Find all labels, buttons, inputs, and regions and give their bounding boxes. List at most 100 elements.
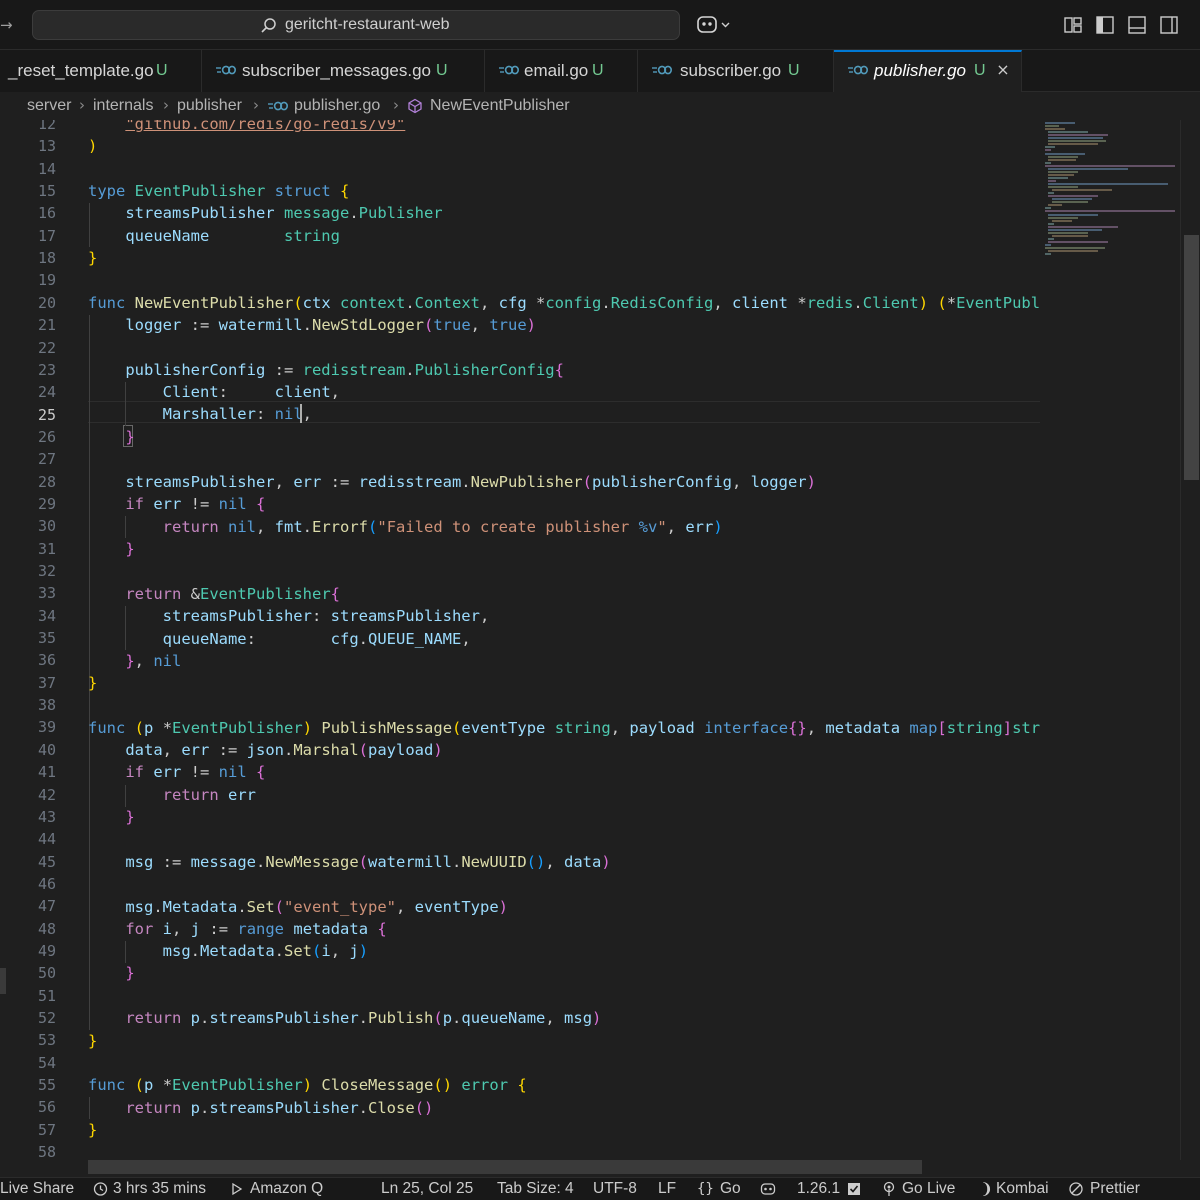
code-line: } <box>88 1121 98 1139</box>
tab-size[interactable]: Tab Size: 4 <box>497 1178 574 1200</box>
line-number: 21 <box>37 316 56 335</box>
code-line: streamsPublisher message.Publisher <box>125 204 443 222</box>
search-icon <box>261 18 276 33</box>
breadcrumb-item[interactable]: NewEventPublisher <box>430 92 570 120</box>
code-line: if err != nil { <box>125 495 266 513</box>
code-editor[interactable]: 12 13 14 15 16 17 18 19 20 21 22 23 24 25 26 27 28 29 30 31… <box>0 120 1040 1160</box>
tab-email[interactable]: email.go U <box>485 50 638 92</box>
minimap-line <box>1048 237 1054 240</box>
copilot-status-icon[interactable] <box>760 1181 776 1197</box>
warning-checkmark-icon <box>848 1183 860 1195</box>
code-line: "github.com/redis/go-redis/v9" <box>125 120 406 133</box>
toggle-panel-icon[interactable] <box>1126 14 1148 36</box>
chevron-right-icon: › <box>393 96 399 114</box>
line-number: 40 <box>37 740 56 759</box>
minimap-line <box>1048 240 1108 243</box>
sash-handle[interactable] <box>0 968 6 994</box>
breadcrumb-item[interactable]: server <box>27 92 71 120</box>
code-line: return nil, fmt.Errorf("Failed to create… <box>162 518 723 536</box>
tab-subscriber[interactable]: subscriber.go U <box>638 50 834 92</box>
chevron-right-icon: › <box>253 96 259 114</box>
minimap-line <box>1048 173 1074 176</box>
toggle-primary-sidebar-icon[interactable] <box>1094 14 1116 36</box>
tab-label: _reset_template.go <box>8 61 154 80</box>
minimap-line <box>1048 213 1098 216</box>
code-line: return err <box>162 786 256 804</box>
minimap-line <box>1048 250 1098 253</box>
untracked-badge: U <box>974 62 986 79</box>
minimap-line <box>1052 234 1088 237</box>
customize-layout-icon[interactable] <box>1062 14 1084 36</box>
close-icon[interactable]: × <box>994 61 1012 79</box>
line-number: 56 <box>37 1098 56 1117</box>
line-number: 28 <box>37 472 56 491</box>
forward-arrow-icon[interactable]: → <box>0 14 14 36</box>
kombai-button[interactable]: Kombai <box>996 1178 1049 1200</box>
code-line: } <box>125 964 135 982</box>
code-content[interactable]: "github.com/redis/go-redis/v9" ) type Ev… <box>88 120 1040 1160</box>
minimap-line <box>1048 228 1102 231</box>
code-line: return p.streamsPublisher.Close() <box>125 1099 434 1117</box>
code-line: } <box>88 249 98 267</box>
code-line: func NewEventPublisher(ctx context.Conte… <box>88 294 1040 312</box>
minimap-line <box>1045 207 1051 210</box>
toggle-secondary-sidebar-icon[interactable] <box>1158 14 1180 36</box>
tab-publisher[interactable]: publisher.go U × <box>834 50 1022 92</box>
minimap-line <box>1048 155 1078 158</box>
cursor-position[interactable]: Ln 25, Col 25 <box>381 1178 473 1200</box>
breadcrumb-item[interactable]: publisher.go <box>294 92 380 120</box>
breadcrumb-item[interactable]: publisher <box>177 92 242 120</box>
tab-label: publisher.go <box>874 61 966 80</box>
minimap-line <box>1048 195 1098 198</box>
vertical-scrollbar[interactable] <box>1180 120 1200 1160</box>
go-file-icon <box>216 65 236 75</box>
line-number: 26 <box>37 427 56 446</box>
minimap-line <box>1048 131 1088 134</box>
minimap-line <box>1048 183 1168 185</box>
minimap-line <box>1045 210 1175 213</box>
prettier-check-icon <box>1069 1182 1083 1196</box>
go-file-icon <box>499 65 519 75</box>
tab-subscriber-messages[interactable]: subscriber_messages.go U <box>202 50 485 92</box>
go-version[interactable]: 1.26.1 <box>797 1178 840 1200</box>
amazon-q-button[interactable]: Amazon Q <box>250 1178 323 1200</box>
line-number: 38 <box>37 696 56 715</box>
minimap-line <box>1045 146 1055 149</box>
time-tracker[interactable]: 3 hrs 35 mins <box>113 1178 206 1200</box>
line-number: 41 <box>37 763 56 782</box>
line-number: 14 <box>37 159 56 178</box>
line-number: 39 <box>37 718 56 737</box>
go-file-icon <box>848 65 868 75</box>
go-live-button[interactable]: Go Live <box>902 1178 955 1200</box>
breadcrumb: server › internals › publisher › publish… <box>0 92 1200 120</box>
breadcrumb-item[interactable]: internals <box>93 92 153 120</box>
line-number: 49 <box>37 941 56 960</box>
scrollbar-thumb[interactable] <box>1184 235 1199 480</box>
end-of-line[interactable]: LF <box>658 1178 676 1200</box>
line-number: 48 <box>37 919 56 938</box>
line-number: 42 <box>37 785 56 804</box>
code-line: for i, j := range metadata { <box>125 920 387 938</box>
code-line: }, nil <box>125 652 182 670</box>
minimap-line <box>1052 219 1072 222</box>
tab-reset-template[interactable]: _reset_template.go U <box>0 50 202 92</box>
code-line: } <box>125 540 135 558</box>
language-mode[interactable]: Go <box>720 1178 741 1200</box>
line-number: 37 <box>37 673 56 692</box>
line-number: 17 <box>37 226 56 245</box>
layout-controls <box>1060 14 1200 36</box>
command-center[interactable]: geritcht-restaurant-web <box>32 10 680 40</box>
tab-label: subscriber.go <box>680 61 782 80</box>
live-share-button[interactable]: Live Share <box>0 1178 74 1200</box>
editor-tabs: _reset_template.go U subscriber_messages… <box>0 50 1200 142</box>
line-number: 16 <box>37 204 56 223</box>
horizontal-scrollbar-thumb[interactable] <box>88 1160 922 1174</box>
prettier-button[interactable]: Prettier <box>1090 1178 1140 1200</box>
minimap[interactable] <box>1040 120 1180 1160</box>
file-encoding[interactable]: UTF-8 <box>593 1178 637 1200</box>
code-line: } <box>88 674 98 692</box>
line-number: 25 <box>37 405 56 424</box>
minimap-line <box>1052 198 1092 201</box>
play-icon <box>232 1182 243 1196</box>
copilot-icon[interactable] <box>695 14 735 36</box>
